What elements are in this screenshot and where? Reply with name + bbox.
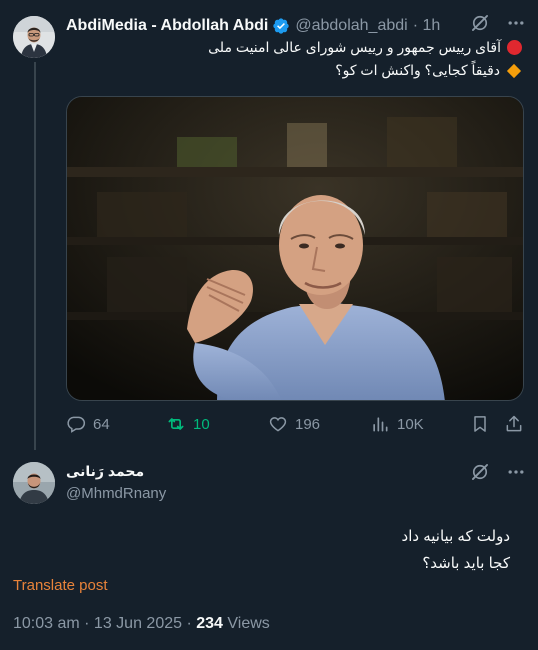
reply-author-avatar[interactable]	[13, 462, 55, 504]
translate-post-link[interactable]: Translate post	[13, 577, 108, 594]
photo-image	[67, 97, 523, 400]
tweet-photo[interactable]	[66, 96, 524, 401]
thread-line	[34, 62, 36, 450]
views-button[interactable]: 10K	[370, 414, 424, 434]
reply-views-label: Views	[222, 615, 270, 632]
tweet-text-line-1: آقای رییس جمهور و رییس شورای عالی امنیت …	[208, 39, 522, 56]
bookmark-button[interactable]	[470, 414, 490, 434]
grok-icon[interactable]	[470, 462, 490, 482]
tweet-text-line-2: دقیقاً کجایی؟ واکنش ات کو؟	[335, 62, 522, 79]
reply-author-name[interactable]: محمد رَنانی	[66, 463, 144, 480]
heart-icon	[269, 417, 287, 432]
reply-views-count: 234	[196, 615, 223, 632]
reply-metadata: 10:03 am · 13 Jun 2025 · 234 Views	[13, 615, 270, 633]
bookmark-icon	[474, 416, 486, 432]
author-handle[interactable]: @abdolah_abdi	[295, 17, 407, 35]
verified-badge-icon	[273, 18, 290, 34]
share-button[interactable]	[504, 414, 524, 434]
reply-top-actions	[470, 462, 526, 482]
repost-button[interactable]: 10	[166, 414, 210, 434]
tweet-text-line-1-content: آقای رییس جمهور و رییس شورای عالی امنیت …	[208, 39, 501, 55]
tweet-time[interactable]: · 1h	[413, 17, 441, 35]
reply-icon	[67, 416, 86, 433]
reply-author-handle[interactable]: @MhmdRnany	[66, 485, 166, 502]
repost-icon	[168, 418, 184, 430]
avatar-image	[13, 462, 55, 504]
avatar-image	[13, 16, 55, 58]
reply-text-line-2: کجا باید باشد؟	[422, 555, 510, 572]
reply-text: دولت که بیانیه داد کجا باید باشد؟	[402, 523, 510, 577]
grok-icon[interactable]	[470, 13, 490, 33]
like-button[interactable]: 196	[268, 414, 320, 434]
more-options-icon[interactable]	[506, 13, 526, 33]
like-count: 196	[295, 415, 321, 433]
tweet-header: AbdiMedia - Abdollah Abdi @abdolah_abdi …	[66, 16, 440, 36]
author-name[interactable]: AbdiMedia - Abdollah Abdi	[66, 17, 268, 35]
tweet-actions-bar: 64 10 196 10K	[66, 414, 526, 438]
reply-text-line-1: دولت که بیانیه داد	[401, 528, 510, 545]
reply-count: 64	[93, 415, 110, 433]
reply-timestamp[interactable]: 10:03 am · 13 Jun 2025 ·	[13, 615, 196, 632]
tweet-top-actions	[470, 13, 526, 33]
repost-count: 10	[193, 415, 210, 433]
more-options-icon[interactable]	[506, 462, 526, 482]
tweet-text-line-2-content: دقیقاً کجایی؟ واکنش ات کو؟	[335, 62, 500, 78]
share-icon	[506, 415, 522, 432]
orange-diamond-icon	[506, 63, 522, 78]
red-circle-icon	[507, 40, 522, 55]
analytics-icon	[373, 417, 388, 432]
views-count: 10K	[397, 415, 424, 433]
reply-button[interactable]: 64	[66, 414, 110, 434]
author-avatar[interactable]	[13, 16, 55, 58]
